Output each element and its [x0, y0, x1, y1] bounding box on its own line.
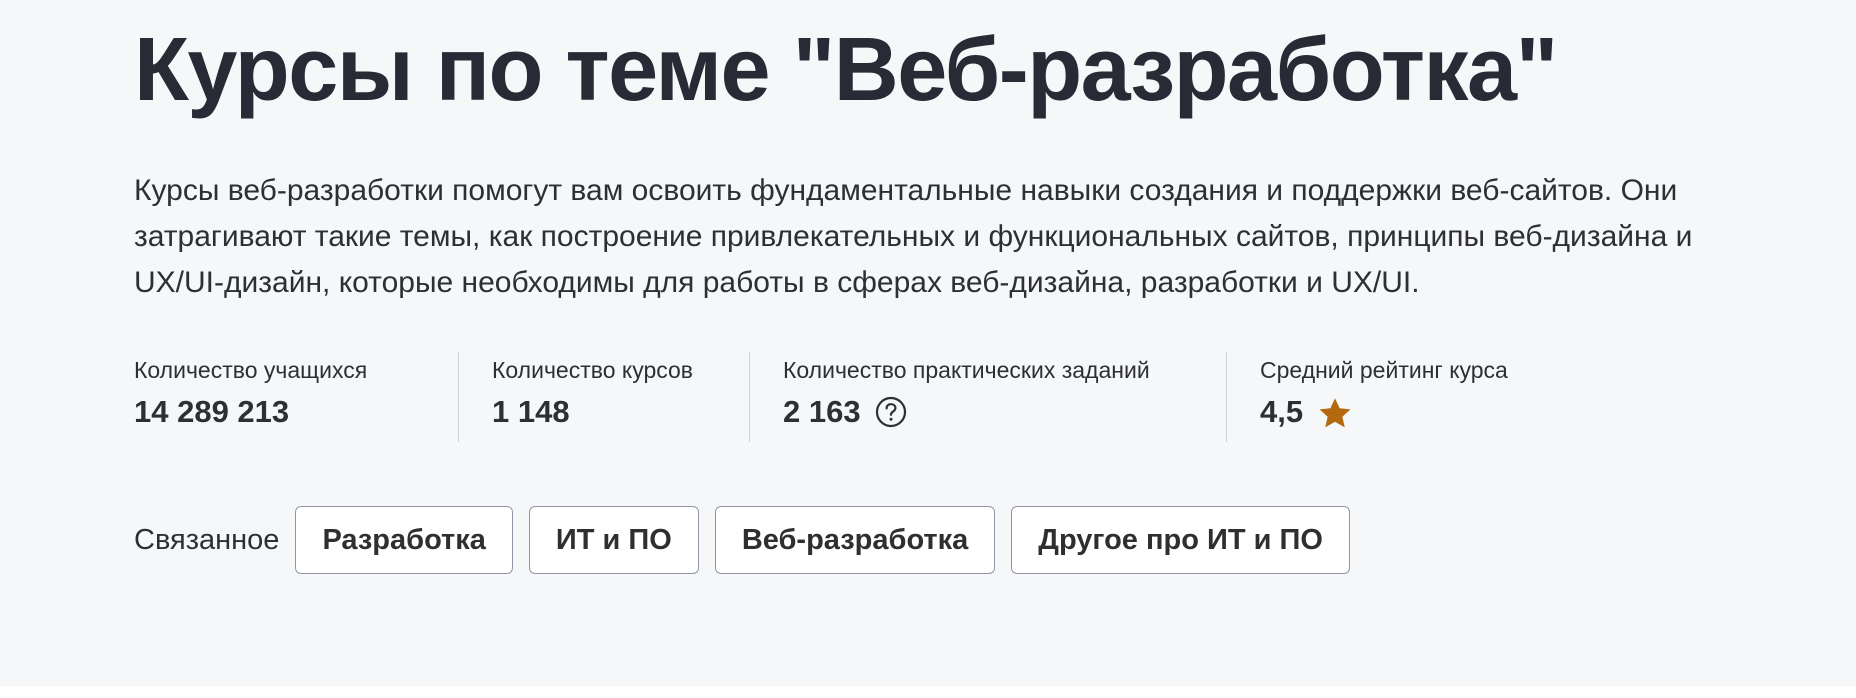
question-circle-icon[interactable] [875, 396, 907, 428]
related-chip-development[interactable]: Разработка [295, 506, 513, 574]
topic-hero: Курсы по теме "Веб-разработка" Курсы веб… [0, 0, 1856, 686]
star-icon [1317, 396, 1353, 432]
stat-label: Количество курсов [492, 357, 694, 383]
stat-value: 4,5 [1260, 392, 1566, 432]
stat-label: Количество учащихся [134, 357, 368, 383]
related-chip-other-it-software[interactable]: Другое про ИТ и ПО [1011, 506, 1350, 574]
related-chip-it-software[interactable]: ИТ и ПО [528, 506, 699, 574]
stat-value-text: 4,5 [1260, 394, 1304, 429]
related-label: Связанное [134, 523, 280, 556]
topic-description: Курсы веб-разработки помогут вам освоить… [134, 174, 1693, 299]
related-chip-web-development[interactable]: Веб-разработка [714, 506, 996, 574]
stat-value: 1 148 [492, 392, 749, 432]
stat-courses: Количество курсов 1 148 [458, 352, 749, 442]
stat-value: 14 289 213 [134, 392, 458, 432]
stat-practice-tasks: Количество практических заданий 2 163 [749, 352, 1226, 442]
stat-value-text: 2 163 [783, 394, 861, 429]
related-topics: Связанное Разработка ИТ и ПО Веб-разрабо… [134, 506, 1366, 574]
stat-average-rating: Средний рейтинг курса 4,5 [1226, 352, 1566, 442]
stat-value-text: 14 289 213 [134, 394, 290, 429]
stats-row: Количество учащихся 14 289 213 Количеств… [134, 352, 1566, 442]
stat-value-text: 1 148 [492, 394, 570, 429]
stat-label: Средний рейтинг курса [1260, 357, 1508, 383]
stat-learners: Количество учащихся 14 289 213 [134, 352, 458, 442]
stat-value: 2 163 [783, 392, 1226, 432]
page-title: Курсы по теме "Веб-разработка" [134, 20, 1558, 120]
stat-label: Количество практических заданий [783, 357, 1150, 383]
